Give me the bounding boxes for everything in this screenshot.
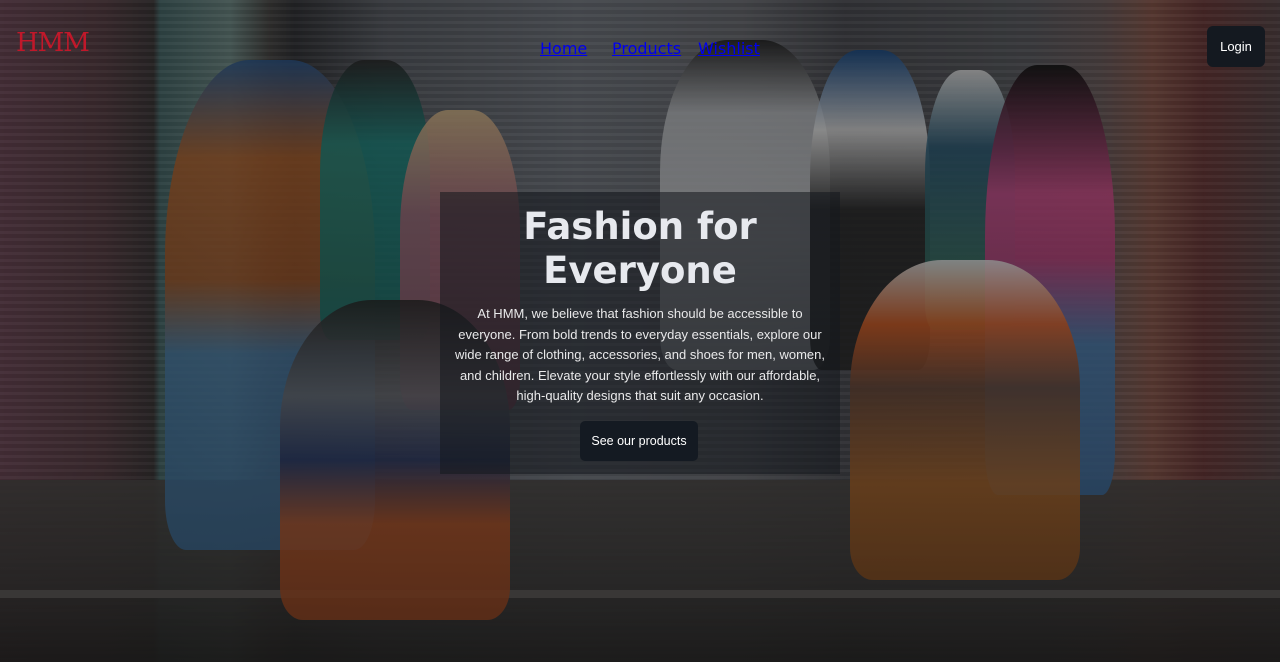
hero-description: At HMM, we believe that fashion should b…: [455, 306, 825, 403]
see-products-button[interactable]: See our products: [580, 421, 698, 461]
nav-home[interactable]: Home: [540, 39, 587, 58]
nav-wishlist[interactable]: Wishlist: [698, 39, 760, 58]
brand-logo[interactable]: HMM: [16, 28, 90, 58]
hero-title: Fashion for Everyone: [523, 205, 757, 292]
login-button[interactable]: Login: [1207, 26, 1265, 67]
nav-products[interactable]: Products: [612, 39, 681, 58]
